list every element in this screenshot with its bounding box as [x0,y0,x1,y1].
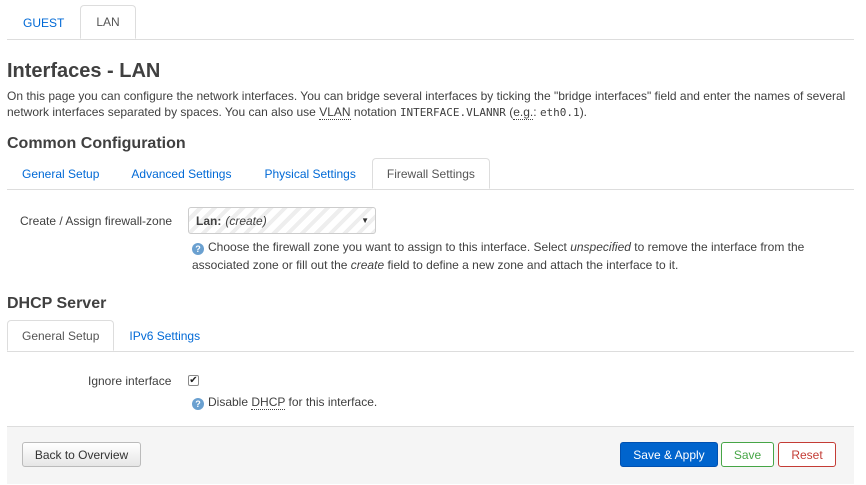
dhcp-tabs: General Setup IPv6 Settings [7,320,854,352]
dhcp-abbr: DHCP [251,395,286,410]
help-icon: ? [192,398,204,410]
common-config-tabs: General Setup Advanced Settings Physical… [7,158,854,190]
ignore-interface-help: ? Disable DHCP for this interface. [192,393,377,411]
tab-firewall-settings[interactable]: Firewall Settings [371,158,490,189]
firewall-zone-label: Create / Assign firewall-zone [20,214,173,228]
help-icon: ? [192,243,204,255]
action-bar: Back to Overview Save & Apply Save Reset [7,426,854,484]
tab-lan[interactable]: LAN [80,5,136,39]
save-apply-button[interactable]: Save & Apply [620,442,718,467]
tab-physical-settings[interactable]: Physical Settings [248,158,371,189]
common-config-heading: Common Configuration [7,135,186,152]
chevron-down-icon: ▼ [361,216,369,225]
reset-button[interactable]: Reset [778,442,836,467]
firewall-zone-select[interactable]: Lan: (create) ▼ [188,207,376,234]
page-title: Interfaces - LAN [7,60,161,82]
tab-guest[interactable]: GUEST [7,5,80,39]
back-to-overview-button[interactable]: Back to Overview [22,442,141,467]
save-button[interactable]: Save [721,442,774,467]
interface-tabs: GUEST LAN [7,5,854,40]
page-description: On this page you can configure the netwo… [7,89,846,120]
dhcp-server-heading: DHCP Server [7,295,107,312]
tab-general-setup[interactable]: General Setup [7,158,114,189]
example-code: eth0.1 [539,106,580,119]
tab-advanced-settings[interactable]: Advanced Settings [114,158,248,189]
ignore-interface-label: Ignore interface [88,374,172,388]
firewall-zone-help: ? Choose the firewall zone you want to as… [192,240,805,272]
ignore-interface-checkbox[interactable]: ✔ [188,375,199,386]
notation-code: INTERFACE.VLANNR [399,106,506,119]
eg-abbr: e.g. [513,105,534,120]
tab-ipv6-settings[interactable]: IPv6 Settings [114,320,215,351]
tab-dhcp-general-setup[interactable]: General Setup [7,320,115,351]
vlan-abbr: VLAN [319,105,351,120]
